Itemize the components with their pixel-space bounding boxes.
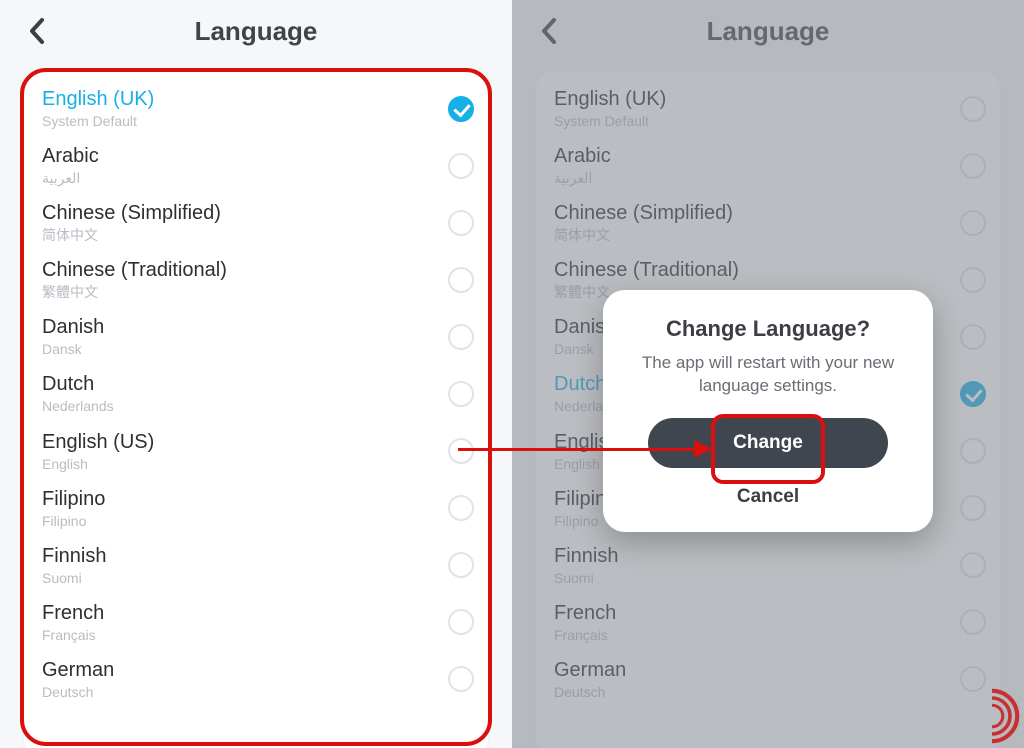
language-row[interactable]: Danish Dansk xyxy=(24,308,488,365)
language-name: Finnish xyxy=(42,545,432,568)
language-subtitle: Deutsch xyxy=(42,684,432,700)
language-row[interactable]: Chinese (Traditional) 繁體中文 xyxy=(24,251,488,308)
language-subtitle: Français xyxy=(42,627,432,643)
watermark-icon xyxy=(962,686,1022,746)
dialog-body: The app will restart with your new langu… xyxy=(627,352,909,398)
language-subtitle: System Default xyxy=(42,113,432,129)
radio-unchecked-icon[interactable] xyxy=(448,153,474,179)
language-row[interactable]: English (US) English xyxy=(24,423,488,480)
radio-unchecked-icon[interactable] xyxy=(448,438,474,464)
language-name: English (US) xyxy=(42,431,432,454)
language-name: Dutch xyxy=(42,373,432,396)
cancel-button[interactable]: Cancel xyxy=(627,476,909,512)
language-name: English (UK) xyxy=(42,88,432,111)
language-subtitle: Filipino xyxy=(42,513,432,529)
left-screen: Language English (UK) System Default Arabi… xyxy=(0,0,512,748)
language-name: Filipino xyxy=(42,488,432,511)
right-screen: Language English (UK)System DefaultArabi… xyxy=(512,0,1024,748)
change-button[interactable]: Change xyxy=(648,418,888,468)
radio-unchecked-icon[interactable] xyxy=(448,381,474,407)
language-name: Arabic xyxy=(42,145,432,168)
language-row[interactable]: Chinese (Simplified) 简体中文 xyxy=(24,194,488,251)
language-name: Chinese (Simplified) xyxy=(42,202,432,225)
language-row[interactable]: Filipino Filipino xyxy=(24,480,488,537)
radio-unchecked-icon[interactable] xyxy=(448,552,474,578)
language-row[interactable]: Arabic العربية xyxy=(24,137,488,194)
back-button[interactable] xyxy=(20,14,54,48)
language-row[interactable]: Finnish Suomi xyxy=(24,537,488,594)
annotation-arrow xyxy=(458,448,696,451)
radio-unchecked-icon[interactable] xyxy=(448,267,474,293)
radio-unchecked-icon[interactable] xyxy=(448,495,474,521)
language-row[interactable]: English (UK) System Default xyxy=(24,80,488,137)
radio-checked-icon[interactable] xyxy=(448,96,474,122)
language-subtitle: 简体中文 xyxy=(42,227,432,243)
page-title: Language xyxy=(195,16,318,47)
annotation-arrow-head xyxy=(694,440,712,458)
language-subtitle: 繁體中文 xyxy=(42,284,432,300)
chevron-left-icon xyxy=(28,18,46,44)
radio-unchecked-icon[interactable] xyxy=(448,210,474,236)
language-name: Danish xyxy=(42,316,432,339)
language-subtitle: Suomi xyxy=(42,570,432,586)
radio-unchecked-icon[interactable] xyxy=(448,666,474,692)
language-name: Chinese (Traditional) xyxy=(42,259,432,282)
language-subtitle: Nederlands xyxy=(42,398,432,414)
language-subtitle: Dansk xyxy=(42,341,432,357)
language-list: English (UK) System Default Arabic العربية C… xyxy=(24,72,488,748)
radio-unchecked-icon[interactable] xyxy=(448,324,474,350)
language-name: French xyxy=(42,602,432,625)
language-row[interactable]: French Français xyxy=(24,594,488,651)
language-row[interactable]: German Deutsch xyxy=(24,651,488,708)
dialog-title: Change Language? xyxy=(627,316,909,342)
language-subtitle: العربية xyxy=(42,170,432,186)
change-language-dialog: Change Language? The app will restart wi… xyxy=(603,290,933,532)
language-name: German xyxy=(42,659,432,682)
language-row[interactable]: Dutch Nederlands xyxy=(24,365,488,422)
header: Language xyxy=(0,0,512,62)
language-subtitle: English xyxy=(42,456,432,472)
radio-unchecked-icon[interactable] xyxy=(448,609,474,635)
